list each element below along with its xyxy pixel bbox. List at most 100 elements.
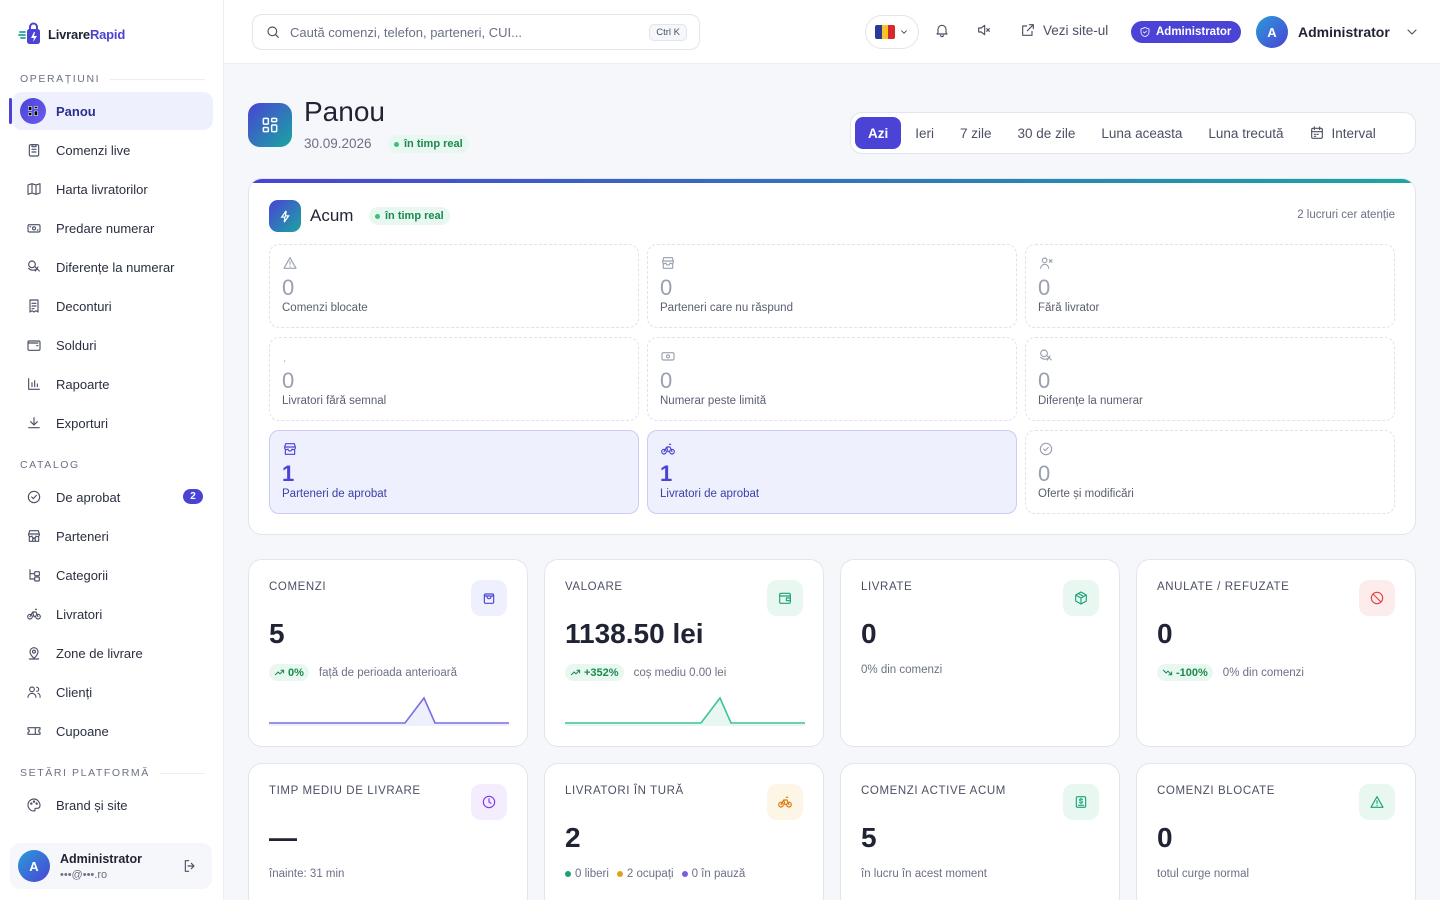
sidebar-item-predare-numerar[interactable]: Predare numerar bbox=[12, 209, 213, 247]
sidebar-user-card[interactable]: A Administrator •••@•••.ro bbox=[10, 843, 212, 889]
live-badge: în timp real bbox=[369, 207, 450, 225]
sidebar-item-label: Zone de livrare bbox=[56, 645, 143, 661]
sidebar-item-diferente-numerar[interactable]: Diferențe la numerar bbox=[12, 248, 213, 286]
view-site-link[interactable]: Vezi site-ul bbox=[1020, 22, 1108, 38]
wallet-icon bbox=[767, 580, 803, 616]
sidebar-item-categorii[interactable]: Categorii bbox=[12, 556, 213, 594]
search-input[interactable] bbox=[290, 24, 630, 40]
tab-luna-trecuta[interactable]: Luna trecută bbox=[1195, 117, 1296, 149]
sidebar-item-harta-livratorilor[interactable]: Harta livratorilor bbox=[12, 170, 213, 208]
coins-icon bbox=[1038, 348, 1382, 364]
shield-icon bbox=[1139, 26, 1151, 38]
chevron-down-icon bbox=[899, 27, 909, 37]
search-box[interactable]: Ctrl K bbox=[252, 14, 700, 50]
sidebar-item-deconturi[interactable]: Deconturi bbox=[12, 287, 213, 325]
clock-icon bbox=[471, 784, 507, 820]
alert-tile-cash-over-limit[interactable]: 0 Numerar peste limită bbox=[647, 337, 1017, 421]
user-name: Administrator bbox=[60, 851, 142, 866]
check-circle-icon bbox=[26, 489, 42, 505]
avatar: A bbox=[1256, 16, 1288, 48]
tab-7-zile[interactable]: 7 zile bbox=[947, 117, 1005, 149]
sidebar-item-label: Solduri bbox=[56, 337, 97, 353]
sidebar-item-panou[interactable]: Panou bbox=[9, 92, 213, 130]
user-menu[interactable]: A Administrator bbox=[1256, 16, 1420, 48]
section-title-catalog: CATALOG bbox=[20, 459, 80, 471]
sidebar-item-exporturi[interactable]: Exporturi bbox=[12, 404, 213, 442]
bike-icon bbox=[26, 606, 42, 622]
sidebar-item-label: Livratori bbox=[56, 606, 103, 622]
topbar: Ctrl K Vezi site-ul Administrator A Admi… bbox=[224, 0, 1440, 64]
bike-icon bbox=[767, 784, 803, 820]
sidebar-item-cupoane[interactable]: Cupoane bbox=[12, 712, 213, 750]
sidebar-item-solduri[interactable]: Solduri bbox=[12, 326, 213, 364]
alert-tile-blocked-orders[interactable]: 0 Comenzi blocate bbox=[269, 244, 639, 328]
warning-icon bbox=[1359, 784, 1395, 820]
alert-tile-no-courier[interactable]: 0 Fără livrator bbox=[1025, 244, 1395, 328]
section-title-setari: SETĂRI PLATFORMĂ bbox=[20, 767, 205, 779]
tab-ieri[interactable]: Ieri bbox=[902, 117, 947, 149]
store-icon bbox=[282, 441, 626, 457]
store-icon bbox=[660, 255, 1004, 271]
map-pin-icon bbox=[26, 645, 42, 661]
sidebar-item-label: Predare numerar bbox=[56, 220, 155, 236]
cash-icon bbox=[660, 348, 1004, 364]
sidebar-item-brand-site[interactable]: Brand și site bbox=[12, 786, 213, 824]
live-badge: în timp real bbox=[388, 135, 469, 153]
sidebar-item-rapoarte[interactable]: Rapoarte bbox=[12, 365, 213, 403]
tab-interval[interactable]: Interval bbox=[1296, 117, 1388, 149]
warning-icon bbox=[282, 255, 626, 271]
sidebar-item-label: Panou bbox=[56, 103, 96, 119]
sidebar-item-label: De aprobat bbox=[56, 489, 121, 505]
dashboard-icon bbox=[20, 98, 46, 124]
stat-card-delivered[interactable]: LIVRATE 0 0% din comenzi bbox=[840, 559, 1120, 747]
now-panel: Acum în timp real 2 lucruri cer atenție … bbox=[248, 178, 1416, 535]
sidebar-item-livratori[interactable]: Livratori bbox=[12, 595, 213, 633]
tab-azi[interactable]: Azi bbox=[855, 117, 902, 149]
sidebar-item-comenzi-live[interactable]: Comenzi live bbox=[12, 131, 213, 169]
trend-down-icon bbox=[1162, 667, 1173, 678]
alert-tile-cash-differences[interactable]: 0 Diferențe la numerar bbox=[1025, 337, 1395, 421]
page-date: 30.09.2026 bbox=[304, 136, 372, 151]
trend-up-icon bbox=[274, 667, 285, 678]
wallet-icon bbox=[26, 337, 42, 353]
sidebar-item-clienti[interactable]: Clienți bbox=[12, 673, 213, 711]
trend-up-icon bbox=[570, 667, 581, 678]
language-selector[interactable] bbox=[865, 15, 919, 49]
logout-icon[interactable] bbox=[182, 858, 198, 874]
stat-card-avg-delivery-time[interactable]: TIMP MEDIU DE LIVRARE — înainte: 31 min bbox=[248, 763, 528, 900]
tab-luna-aceasta[interactable]: Luna aceasta bbox=[1088, 117, 1195, 149]
alert-tile-partners-to-approve[interactable]: 1 Parteneri de aprobat bbox=[269, 430, 639, 514]
stat-card-blocked-orders[interactable]: COMENZI BLOCATE 0 totul curge normal bbox=[1136, 763, 1416, 900]
sidebar-item-label: Rapoarte bbox=[56, 376, 110, 392]
users-icon bbox=[26, 684, 42, 700]
alert-tile-partners-not-responding[interactable]: 0 Parteneri care nu răspund bbox=[647, 244, 1017, 328]
alert-tile-couriers-no-signal[interactable]: 0 Livratori fără semnal bbox=[269, 337, 639, 421]
sidebar-item-zone-livrare[interactable]: Zone de livrare bbox=[12, 634, 213, 672]
now-title: Acum bbox=[310, 206, 354, 225]
stat-card-couriers-on-shift[interactable]: LIVRATORI ÎN TURĂ 2 0 liberi 2 ocupați 0… bbox=[544, 763, 824, 900]
bell-icon[interactable] bbox=[934, 22, 950, 38]
clipboard-icon bbox=[26, 142, 42, 158]
sidebar-item-de-aprobat[interactable]: De aprobat 2 bbox=[12, 478, 213, 516]
mute-icon[interactable] bbox=[976, 22, 992, 38]
page-title: Panou bbox=[304, 96, 385, 127]
sidebar: LivrareRapid OPERAȚIUNI Panou Comenzi li… bbox=[0, 0, 224, 900]
stat-card-cancelled[interactable]: ANULATE / REFUZATE 0 -100% 0% din comenz… bbox=[1136, 559, 1416, 747]
sidebar-item-parteneri[interactable]: Parteneri bbox=[12, 517, 213, 555]
stat-card-value[interactable]: VALOARE 1138.50 lei +352% coș mediu 0.00… bbox=[544, 559, 824, 747]
shopping-bag-icon bbox=[471, 580, 507, 616]
count-badge: 2 bbox=[183, 489, 203, 504]
alert-tile-offers-changes[interactable]: 0 Oferte și modificări bbox=[1025, 430, 1395, 514]
tab-30-zile[interactable]: 30 de zile bbox=[1005, 117, 1089, 149]
brand-logo[interactable]: LivrareRapid bbox=[18, 20, 125, 48]
sidebar-item-label: Harta livratorilor bbox=[56, 181, 148, 197]
dollar-box-icon bbox=[1063, 784, 1099, 820]
sidebar-item-label: Cupoane bbox=[56, 723, 109, 739]
trend-chip: 0% bbox=[269, 664, 309, 681]
stat-card-orders[interactable]: COMENZI 5 0% față de perioada anterioară bbox=[248, 559, 528, 747]
stat-card-active-orders[interactable]: COMENZI ACTIVE ACUM 5 în lucru în acest … bbox=[840, 763, 1120, 900]
trend-chip: -100% bbox=[1157, 664, 1213, 681]
alert-tile-couriers-to-approve[interactable]: 1 Livratori de aprobat bbox=[647, 430, 1017, 514]
lightning-icon bbox=[269, 200, 301, 232]
external-link-icon bbox=[1020, 22, 1036, 38]
